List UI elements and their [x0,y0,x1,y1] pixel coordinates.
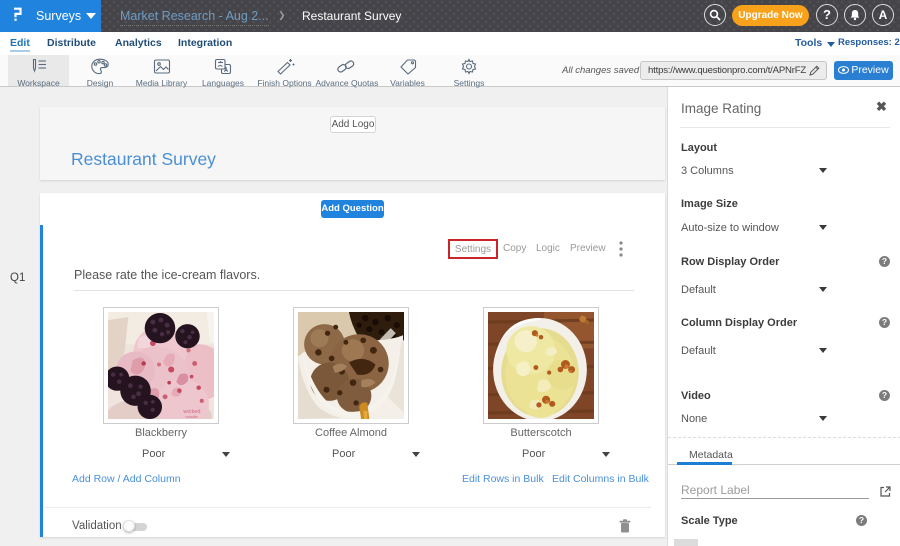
svg-text:noodle: noodle [185,414,198,419]
